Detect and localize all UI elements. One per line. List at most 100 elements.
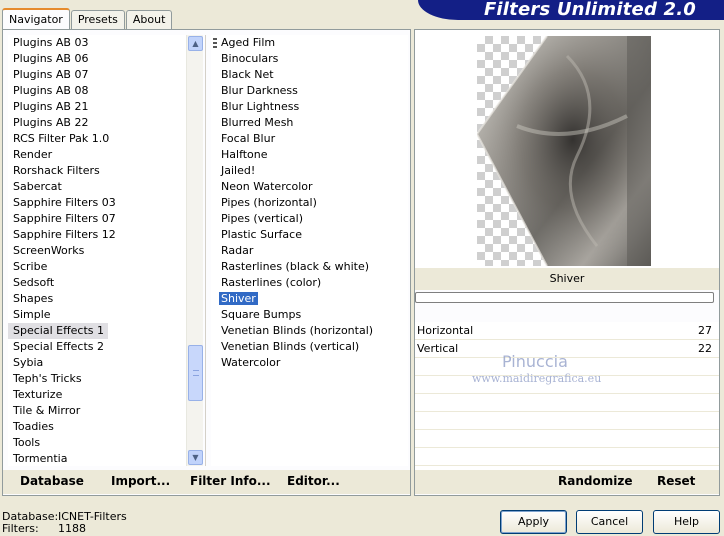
category-item[interactable]: Plugins AB 07 <box>8 67 186 83</box>
category-item[interactable]: Toadies <box>8 419 186 435</box>
filter-item-label: Rasterlines (color) <box>221 276 322 289</box>
cancel-button[interactable]: Cancel <box>576 510 643 534</box>
filter-item[interactable]: Focal Blur <box>211 131 408 147</box>
filter-button-row: Randomize Reset <box>415 470 719 494</box>
category-item[interactable]: Sapphire Filters 03 <box>8 195 186 211</box>
category-item[interactable]: Special Effects 1 <box>8 323 109 339</box>
watermark-name: Pinuccia <box>502 352 568 371</box>
category-item[interactable]: Plugins AB 21 <box>8 99 186 115</box>
category-item[interactable]: Tools <box>8 435 186 451</box>
category-item[interactable]: ScreenWorks <box>8 243 186 259</box>
filter-item[interactable]: Watercolor <box>211 355 408 371</box>
category-item[interactable]: RCS Filter Pak 1.0 <box>8 131 186 147</box>
filter-list[interactable]: Aged Film Binoculars Black Net Blur Darknes… <box>211 35 408 466</box>
filter-item[interactable]: Plastic Surface <box>211 227 408 243</box>
filter-item[interactable]: Aged Film <box>211 35 408 51</box>
param-row-horizontal[interactable]: Horizontal 27 <box>415 322 719 340</box>
filter-info-button[interactable]: Filter Info... <box>190 474 271 488</box>
filter-item[interactable]: Binoculars <box>211 51 408 67</box>
category-item[interactable]: Texturize <box>8 387 186 403</box>
tab-navigator[interactable]: Navigator <box>2 8 70 30</box>
tab-bar: Navigator Presets About <box>2 8 173 30</box>
filter-item[interactable]: Radar <box>211 243 408 259</box>
filter-item[interactable]: Rasterlines (color) <box>211 275 408 291</box>
filter-item[interactable]: Venetian Blinds (vertical) <box>211 339 408 355</box>
tab-about[interactable]: About <box>125 10 173 30</box>
filter-item[interactable]: Halftone <box>211 147 408 163</box>
list-marker-icon <box>213 38 217 48</box>
filter-item[interactable]: Pipes (vertical) <box>211 211 408 227</box>
list-divider <box>205 35 206 466</box>
database-button[interactable]: Database <box>20 474 84 488</box>
filter-item-label: Blurred Mesh <box>221 116 294 129</box>
tab-presets[interactable]: Presets <box>70 10 125 30</box>
category-item[interactable]: Sabercat <box>8 179 186 195</box>
filter-item-label: Plastic Surface <box>221 228 302 241</box>
watermark-url: www.maidiregrafica.eu <box>472 372 602 385</box>
scroll-thumb[interactable] <box>188 345 203 401</box>
filter-item-label: Neon Watercolor <box>221 180 313 193</box>
category-item[interactable]: Sedsoft <box>8 275 186 291</box>
preview-filter-name: Shiver <box>415 268 719 290</box>
category-item[interactable]: Shapes <box>8 291 186 307</box>
filter-item-label: Venetian Blinds (horizontal) <box>221 324 374 337</box>
filter-item-label: Jailed! <box>221 164 256 177</box>
navigator-button-row: Database Import... Filter Info... Editor… <box>3 470 410 494</box>
filter-item[interactable]: Jailed! <box>211 163 408 179</box>
category-item[interactable]: Tormentia <box>8 451 186 466</box>
category-item[interactable]: Plugins AB 22 <box>8 115 186 131</box>
filter-item-label: Pipes (vertical) <box>221 212 304 225</box>
category-item[interactable]: Simple <box>8 307 186 323</box>
filter-item[interactable]: Blur Darkness <box>211 83 408 99</box>
filter-item[interactable]: Neon Watercolor <box>211 179 408 195</box>
filter-item[interactable]: Pipes (horizontal) <box>211 195 408 211</box>
empty-param-row <box>415 394 719 412</box>
app-title-banner: Filters Unlimited 2.0 <box>418 0 724 20</box>
filter-item[interactable]: Rasterlines (black & white) <box>211 259 408 275</box>
filter-item-label: Radar <box>221 244 254 257</box>
parameter-list: Horizontal 27 Vertical 22 <box>415 322 719 484</box>
category-item[interactable]: Rorshack Filters <box>8 163 186 179</box>
category-item[interactable]: Sybia <box>8 355 186 371</box>
category-item[interactable]: Plugins AB 06 <box>8 51 186 67</box>
category-item[interactable]: Sapphire Filters 12 <box>8 227 186 243</box>
reset-button[interactable]: Reset <box>657 474 695 488</box>
editor-button[interactable]: Editor... <box>287 474 340 488</box>
import-button[interactable]: Import... <box>111 474 170 488</box>
filter-item-label: Watercolor <box>221 356 281 369</box>
category-item[interactable]: Teph's Tricks <box>8 371 186 387</box>
category-list[interactable]: Plugins AB 03 Plugins AB 06 Plugins AB 07 P… <box>8 35 186 466</box>
category-scrollbar[interactable]: ▲ ▼ <box>186 35 203 466</box>
filter-item-label: Rasterlines (black & white) <box>221 260 370 273</box>
filter-item[interactable]: Venetian Blinds (horizontal) <box>211 323 408 339</box>
filter-item-label: Aged Film <box>221 36 276 49</box>
filter-item-label: Venetian Blinds (vertical) <box>221 340 360 353</box>
category-item[interactable]: Tile & Mirror <box>8 403 186 419</box>
filter-item-label: Blur Darkness <box>221 84 298 97</box>
filter-item-label: Square Bumps <box>221 308 302 321</box>
randomize-button[interactable]: Randomize <box>558 474 632 488</box>
category-item[interactable]: Plugins AB 03 <box>8 35 186 51</box>
filter-item[interactable]: Blurred Mesh <box>211 115 408 131</box>
scroll-up-icon[interactable]: ▲ <box>188 36 203 51</box>
category-item[interactable]: Plugins AB 08 <box>8 83 186 99</box>
filter-item[interactable]: Square Bumps <box>211 307 408 323</box>
category-item[interactable]: Scribe <box>8 259 186 275</box>
filter-item-label: Halftone <box>221 148 268 161</box>
help-button[interactable]: Help <box>653 510 720 534</box>
filter-item-label: Focal Blur <box>221 132 276 145</box>
category-item[interactable]: Render <box>8 147 186 163</box>
param-name: Vertical <box>417 342 459 355</box>
filters-count-label: Filters: <box>2 522 39 535</box>
scroll-down-icon[interactable]: ▼ <box>188 450 203 465</box>
filter-item[interactable]: Black Net <box>211 67 408 83</box>
filter-item-label: Blur Lightness <box>221 100 300 113</box>
progress-bar <box>415 292 714 303</box>
param-name: Horizontal <box>417 324 474 337</box>
apply-button[interactable]: Apply <box>500 510 567 534</box>
category-item[interactable]: Sapphire Filters 07 <box>8 211 186 227</box>
filter-item[interactable]: Shiver <box>211 291 408 307</box>
filter-item[interactable]: Blur Lightness <box>211 99 408 115</box>
filter-item-label: Binoculars <box>221 52 279 65</box>
category-item[interactable]: Special Effects 2 <box>8 339 186 355</box>
